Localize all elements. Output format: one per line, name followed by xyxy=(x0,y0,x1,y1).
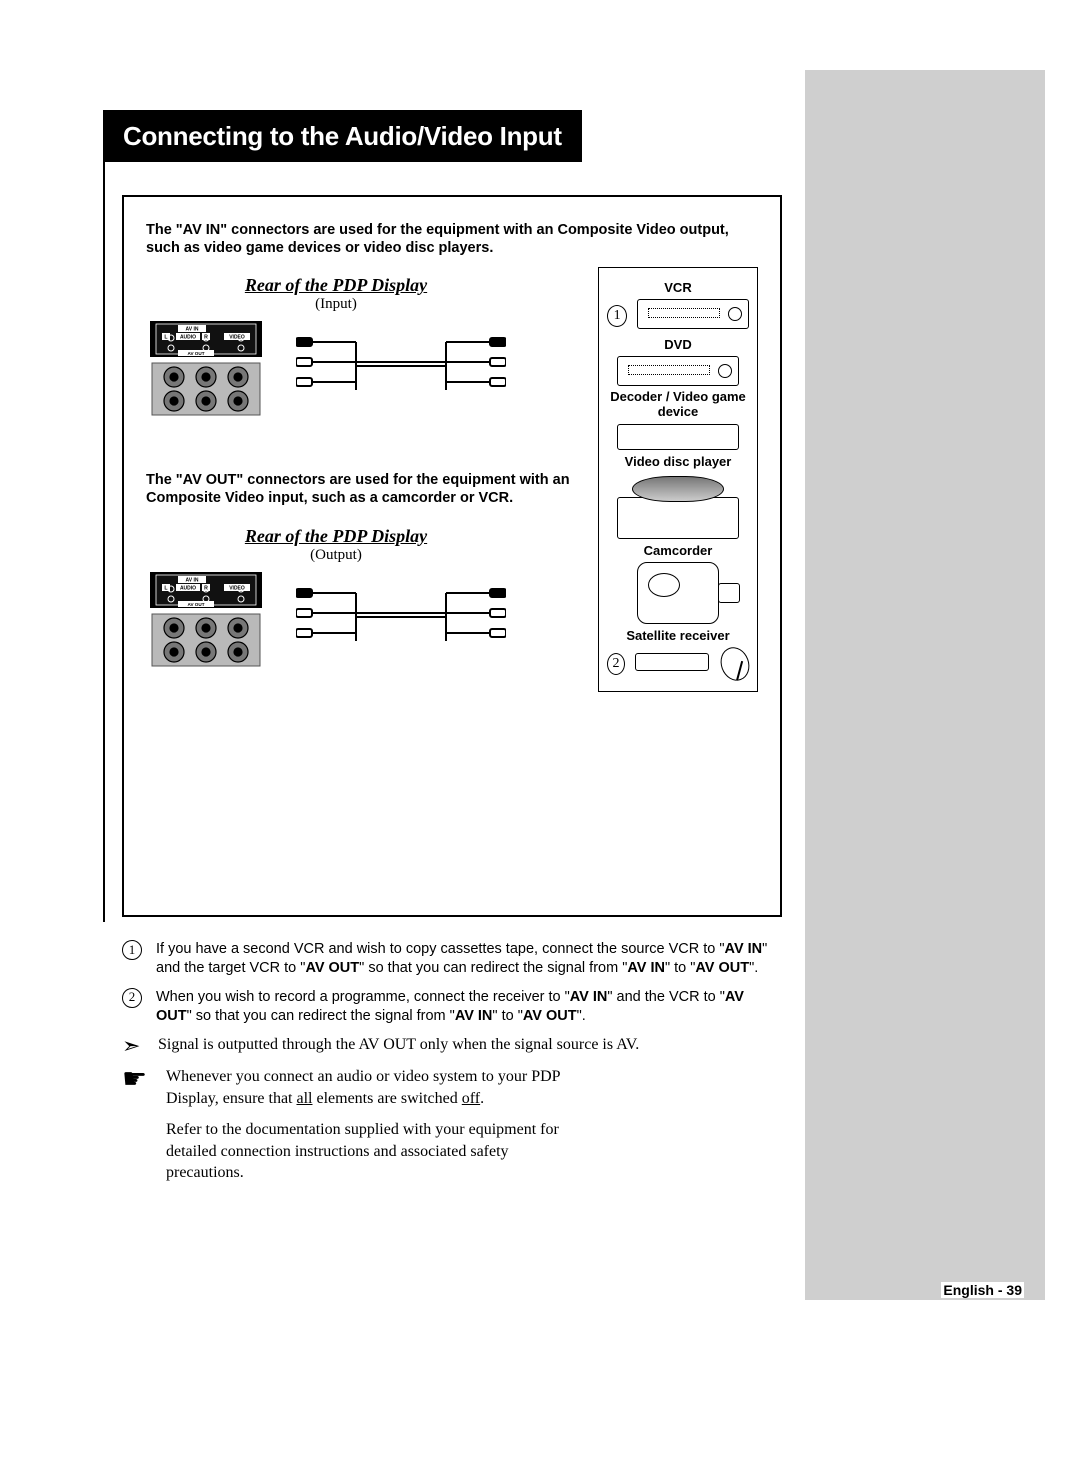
camcorder-icon xyxy=(637,562,719,624)
note1-avout1: AV OUT xyxy=(305,960,359,976)
rear-heading-1: Rear of the PDP Display xyxy=(146,275,526,296)
circled-1-icon: 1 xyxy=(122,940,142,960)
section-title: Connecting to the Audio/Video Input xyxy=(123,121,562,152)
page-number: English - 39 xyxy=(941,1282,1024,1298)
note1-avin2: AV IN xyxy=(627,960,665,976)
note2-part: ". xyxy=(577,1008,586,1024)
sat-label: Satellite receiver xyxy=(607,628,749,643)
circled-2-icon: 2 xyxy=(122,988,142,1008)
cable-bundle-input xyxy=(296,334,506,404)
left-rule xyxy=(103,162,105,922)
section-title-bar: Connecting to the Audio/Video Input xyxy=(103,110,582,162)
margin-gray-column xyxy=(800,70,1045,1300)
note2-part: " so that you can redirect the signal fr… xyxy=(187,1008,455,1024)
arrow-note-text: Signal is outputted through the AV OUT o… xyxy=(158,1035,639,1057)
panel-avout-label: AV OUT xyxy=(187,351,204,356)
note1-part: " so that you can redirect the signal fr… xyxy=(359,960,627,976)
svg-text:R: R xyxy=(204,585,208,591)
note1-part: If you have a second VCR and wish to cop… xyxy=(156,941,725,957)
svg-text:VIDEO: VIDEO xyxy=(229,585,245,591)
vcr-label: VCR xyxy=(607,280,749,295)
diagram-input-row: AV IN L AUDIO R VIDEO AV OUT xyxy=(146,319,526,419)
disc-player-icon xyxy=(617,497,739,539)
note1-avin1: AV IN xyxy=(725,941,763,957)
advice-block: ☛ Whenever you connect an audio or video… xyxy=(122,1066,564,1184)
rear-panel-output: AV IN L AUDIO R VIDEO AV OUT xyxy=(146,570,266,670)
ref-number-1-icon: 1 xyxy=(607,305,627,327)
dvd-icon xyxy=(617,356,739,386)
advice-part: elements are switched xyxy=(312,1090,461,1107)
note1-part: " to " xyxy=(665,960,695,976)
note2-part: " to " xyxy=(492,1008,522,1024)
panel-avin-label: AV IN xyxy=(186,327,199,333)
footnotes: 1 If you have a second VCR and wish to c… xyxy=(122,940,782,1057)
cable-bundle-output xyxy=(296,585,506,655)
intro-text-avin: The "AV IN" connectors are used for the … xyxy=(146,221,758,257)
dvd-label: DVD xyxy=(607,337,749,352)
advice-paragraph-1: Whenever you connect an audio or video s… xyxy=(166,1066,564,1109)
svg-text:AV OUT: AV OUT xyxy=(187,601,204,606)
ref-number-2-icon: 2 xyxy=(607,653,625,675)
sat-receiver-icon xyxy=(635,653,709,671)
diagram-box: The "AV IN" connectors are used for the … xyxy=(122,195,782,917)
note1-avout2: AV OUT xyxy=(695,960,749,976)
output-label: (Output) xyxy=(146,547,526,564)
svg-text:AV IN: AV IN xyxy=(186,577,199,583)
note2-avin1: AV IN xyxy=(570,989,608,1005)
decoder-icon xyxy=(617,424,739,450)
advice-underline-all: all xyxy=(296,1090,312,1107)
intro-text-avout: The "AV OUT" connectors are used for the… xyxy=(146,471,616,507)
pointing-hand-icon: ☛ xyxy=(122,1066,150,1184)
input-label: (Input) xyxy=(146,296,526,313)
footnote-2: 2 When you wish to record a programme, c… xyxy=(122,988,782,1026)
decoder-label: Decoder / Video game device xyxy=(607,390,749,420)
satellite-dish-icon xyxy=(716,643,754,684)
rear-panel-input: AV IN L AUDIO R VIDEO AV OUT xyxy=(146,319,266,419)
outlined-arrow-icon: ➣ xyxy=(122,1035,144,1057)
advice-paragraph-2: Refer to the documentation supplied with… xyxy=(166,1119,564,1184)
svg-text:AUDIO: AUDIO xyxy=(180,585,196,591)
disc-label: Video disc player xyxy=(607,454,749,469)
note2-part: When you wish to record a programme, con… xyxy=(156,989,570,1005)
note2-avout2: AV OUT xyxy=(523,1008,577,1024)
diagram-output-row: AV IN L AUDIO R VIDEO AV OUT xyxy=(146,570,526,670)
advice-underline-off: off xyxy=(462,1090,480,1107)
rear-heading-2: Rear of the PDP Display xyxy=(146,526,526,547)
note1-part: ". xyxy=(749,960,758,976)
panel-video: VIDEO xyxy=(229,335,245,341)
devices-column: VCR 1 DVD Decoder / Video game device Vi… xyxy=(598,267,758,692)
note2-avin2: AV IN xyxy=(455,1008,493,1024)
arrow-note-row: ➣ Signal is outputted through the AV OUT… xyxy=(122,1035,782,1057)
panel-audio-r: R xyxy=(204,335,208,341)
vcr-icon xyxy=(637,299,749,329)
panel-audio: AUDIO xyxy=(180,335,196,341)
camcorder-label: Camcorder xyxy=(607,543,749,558)
advice-part: . xyxy=(480,1090,484,1107)
footnote-1: 1 If you have a second VCR and wish to c… xyxy=(122,940,782,978)
note2-part: " and the VCR to " xyxy=(607,989,725,1005)
